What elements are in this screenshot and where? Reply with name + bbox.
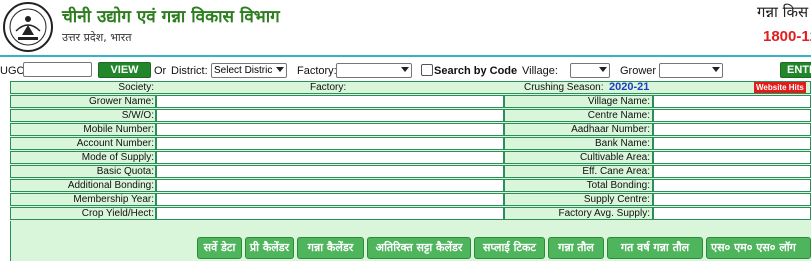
tab-atirikt-satta-calendar[interactable]: अतिरिक्त सट्टा कैलेंडर <box>367 237 471 259</box>
district-label: District: <box>171 65 208 77</box>
search-by-code-checkbox[interactable] <box>421 64 433 76</box>
crushing-season-value: 2020-21 <box>609 81 650 93</box>
chevron-down-icon <box>712 67 720 72</box>
table-row: Account Number: Bank Name: <box>10 137 811 151</box>
department-subtitle: उत्तर प्रदेश, भारत <box>62 31 132 44</box>
district-select[interactable]: Select Distric <box>211 63 287 78</box>
factory-select[interactable] <box>336 63 412 78</box>
membership-year-label: Membership Year: <box>73 194 154 205</box>
ugc-input[interactable] <box>23 62 92 77</box>
bank-name-label: Bank Name: <box>594 138 650 149</box>
chevron-down-icon <box>401 67 409 72</box>
search-bar: UGC: VIEW Or District: Select Distric Fa… <box>0 59 811 81</box>
chevron-down-icon <box>276 67 284 72</box>
tab-supply-ticket[interactable]: सप्लाई टिकट <box>474 237 545 259</box>
info-row: Society: Factory: Crushing Season: 2020-… <box>10 81 811 95</box>
factory-avg-supply-label: Factory Avg. Supply: <box>558 208 650 219</box>
centre-name-value <box>653 109 811 122</box>
supply-centre-label: Supply Centre: <box>583 194 650 205</box>
table-row: Basic Quota: Eff. Cane Area: <box>10 165 811 179</box>
table-row: Grower Name: Village Name: <box>10 95 811 109</box>
account-number-label: Account Number: <box>76 138 154 149</box>
department-title: चीनी उद्योग एवं गन्ना विकास विभाग <box>62 7 280 27</box>
grower-label: Grower <box>620 65 657 77</box>
factory-label: Factory: <box>297 65 337 77</box>
village-name-value <box>653 95 811 108</box>
account-number-value <box>156 137 504 150</box>
additional-bonding-value <box>156 179 504 192</box>
basic-quota-value <box>156 165 504 178</box>
mobile-number-label: Mobile Number: <box>83 124 154 135</box>
cultivable-area-label: Cultivable Area: <box>579 152 650 163</box>
village-label: Village: <box>522 65 558 77</box>
grower-name-value <box>156 95 504 108</box>
crop-yield-value <box>156 207 504 220</box>
eff-cane-area-value <box>653 165 811 178</box>
tab-ganna-calendar[interactable]: गन्ना कैलेंडर <box>297 237 364 259</box>
district-selected-value: Select Distric <box>214 65 273 76</box>
or-label: Or <box>154 65 167 77</box>
tab-ganna-taul[interactable]: गन्ना तौल <box>548 237 604 259</box>
website-hits-badge: Website Hits <box>754 82 806 93</box>
grower-select[interactable] <box>659 63 723 78</box>
eff-cane-area-label: Eff. Cane Area: <box>582 166 650 177</box>
table-row: Membership Year: Supply Centre: <box>10 193 811 207</box>
tab-pre-calendar[interactable]: प्री कैलेंडर <box>245 237 294 259</box>
up-govt-emblem-icon <box>3 2 53 52</box>
aadhaar-number-value <box>653 123 811 136</box>
tab-gat-varsh-ganna-taul[interactable]: गत वर्ष गन्ना तौल <box>607 237 703 259</box>
total-bonding-value <box>653 179 811 192</box>
helpline-text: गन्ना किस <box>757 3 809 21</box>
additional-bonding-label: Additional Bonding: <box>67 180 154 191</box>
helpline-number: 1800-12 <box>763 28 811 45</box>
total-bonding-label: Total Bonding: <box>586 180 650 191</box>
bank-name-value <box>653 137 811 150</box>
aadhaar-number-label: Aadhaar Number: <box>571 124 650 135</box>
mode-of-supply-label: Mode of Supply: <box>81 152 154 163</box>
view-button[interactable]: VIEW <box>98 62 151 78</box>
crop-yield-label: Crop Yield/Hect: <box>81 208 154 219</box>
enter-button[interactable]: ENTE <box>780 62 811 78</box>
crushing-season-label: Crushing Season: <box>524 82 604 93</box>
page-header: चीनी उद्योग एवं गन्ना विकास विभाग उत्तर … <box>0 0 811 58</box>
table-row: Mode of Supply: Cultivable Area: <box>10 151 811 165</box>
table-row: S/W/O: Centre Name: <box>10 109 811 123</box>
chevron-down-icon <box>599 67 607 72</box>
swo-label: S/W/O: <box>121 110 154 121</box>
grower-name-label: Grower Name: <box>88 96 154 107</box>
swo-value <box>156 109 504 122</box>
table-row: Crop Yield/Hect: Factory Avg. Supply: <box>10 207 811 221</box>
header-divider <box>0 55 811 57</box>
basic-quota-label: Basic Quota: <box>96 166 154 177</box>
society-label: Society: <box>118 82 154 93</box>
factory-avg-supply-value <box>653 207 811 220</box>
table-row: Mobile Number: Aadhaar Number: <box>10 123 811 137</box>
mobile-number-value <box>156 123 504 136</box>
tab-survey-data[interactable]: सर्वे डेटा <box>197 237 242 259</box>
search-by-code-label: Search by Code <box>434 65 518 77</box>
tab-sms-log[interactable]: एस० एम० एस० लॉग <box>706 237 811 259</box>
table-row: Additional Bonding: Total Bonding: <box>10 179 811 193</box>
centre-name-label: Centre Name: <box>587 110 650 121</box>
supply-centre-value <box>653 193 811 206</box>
mode-of-supply-value <box>156 151 504 164</box>
village-select[interactable] <box>570 63 610 78</box>
village-name-label: Village Name: <box>587 96 650 107</box>
grower-details-grid: Society: Factory: Crushing Season: 2020-… <box>10 81 811 261</box>
membership-year-value <box>156 193 504 206</box>
factory-info-label: Factory: <box>310 82 347 93</box>
cultivable-area-value <box>653 151 811 164</box>
